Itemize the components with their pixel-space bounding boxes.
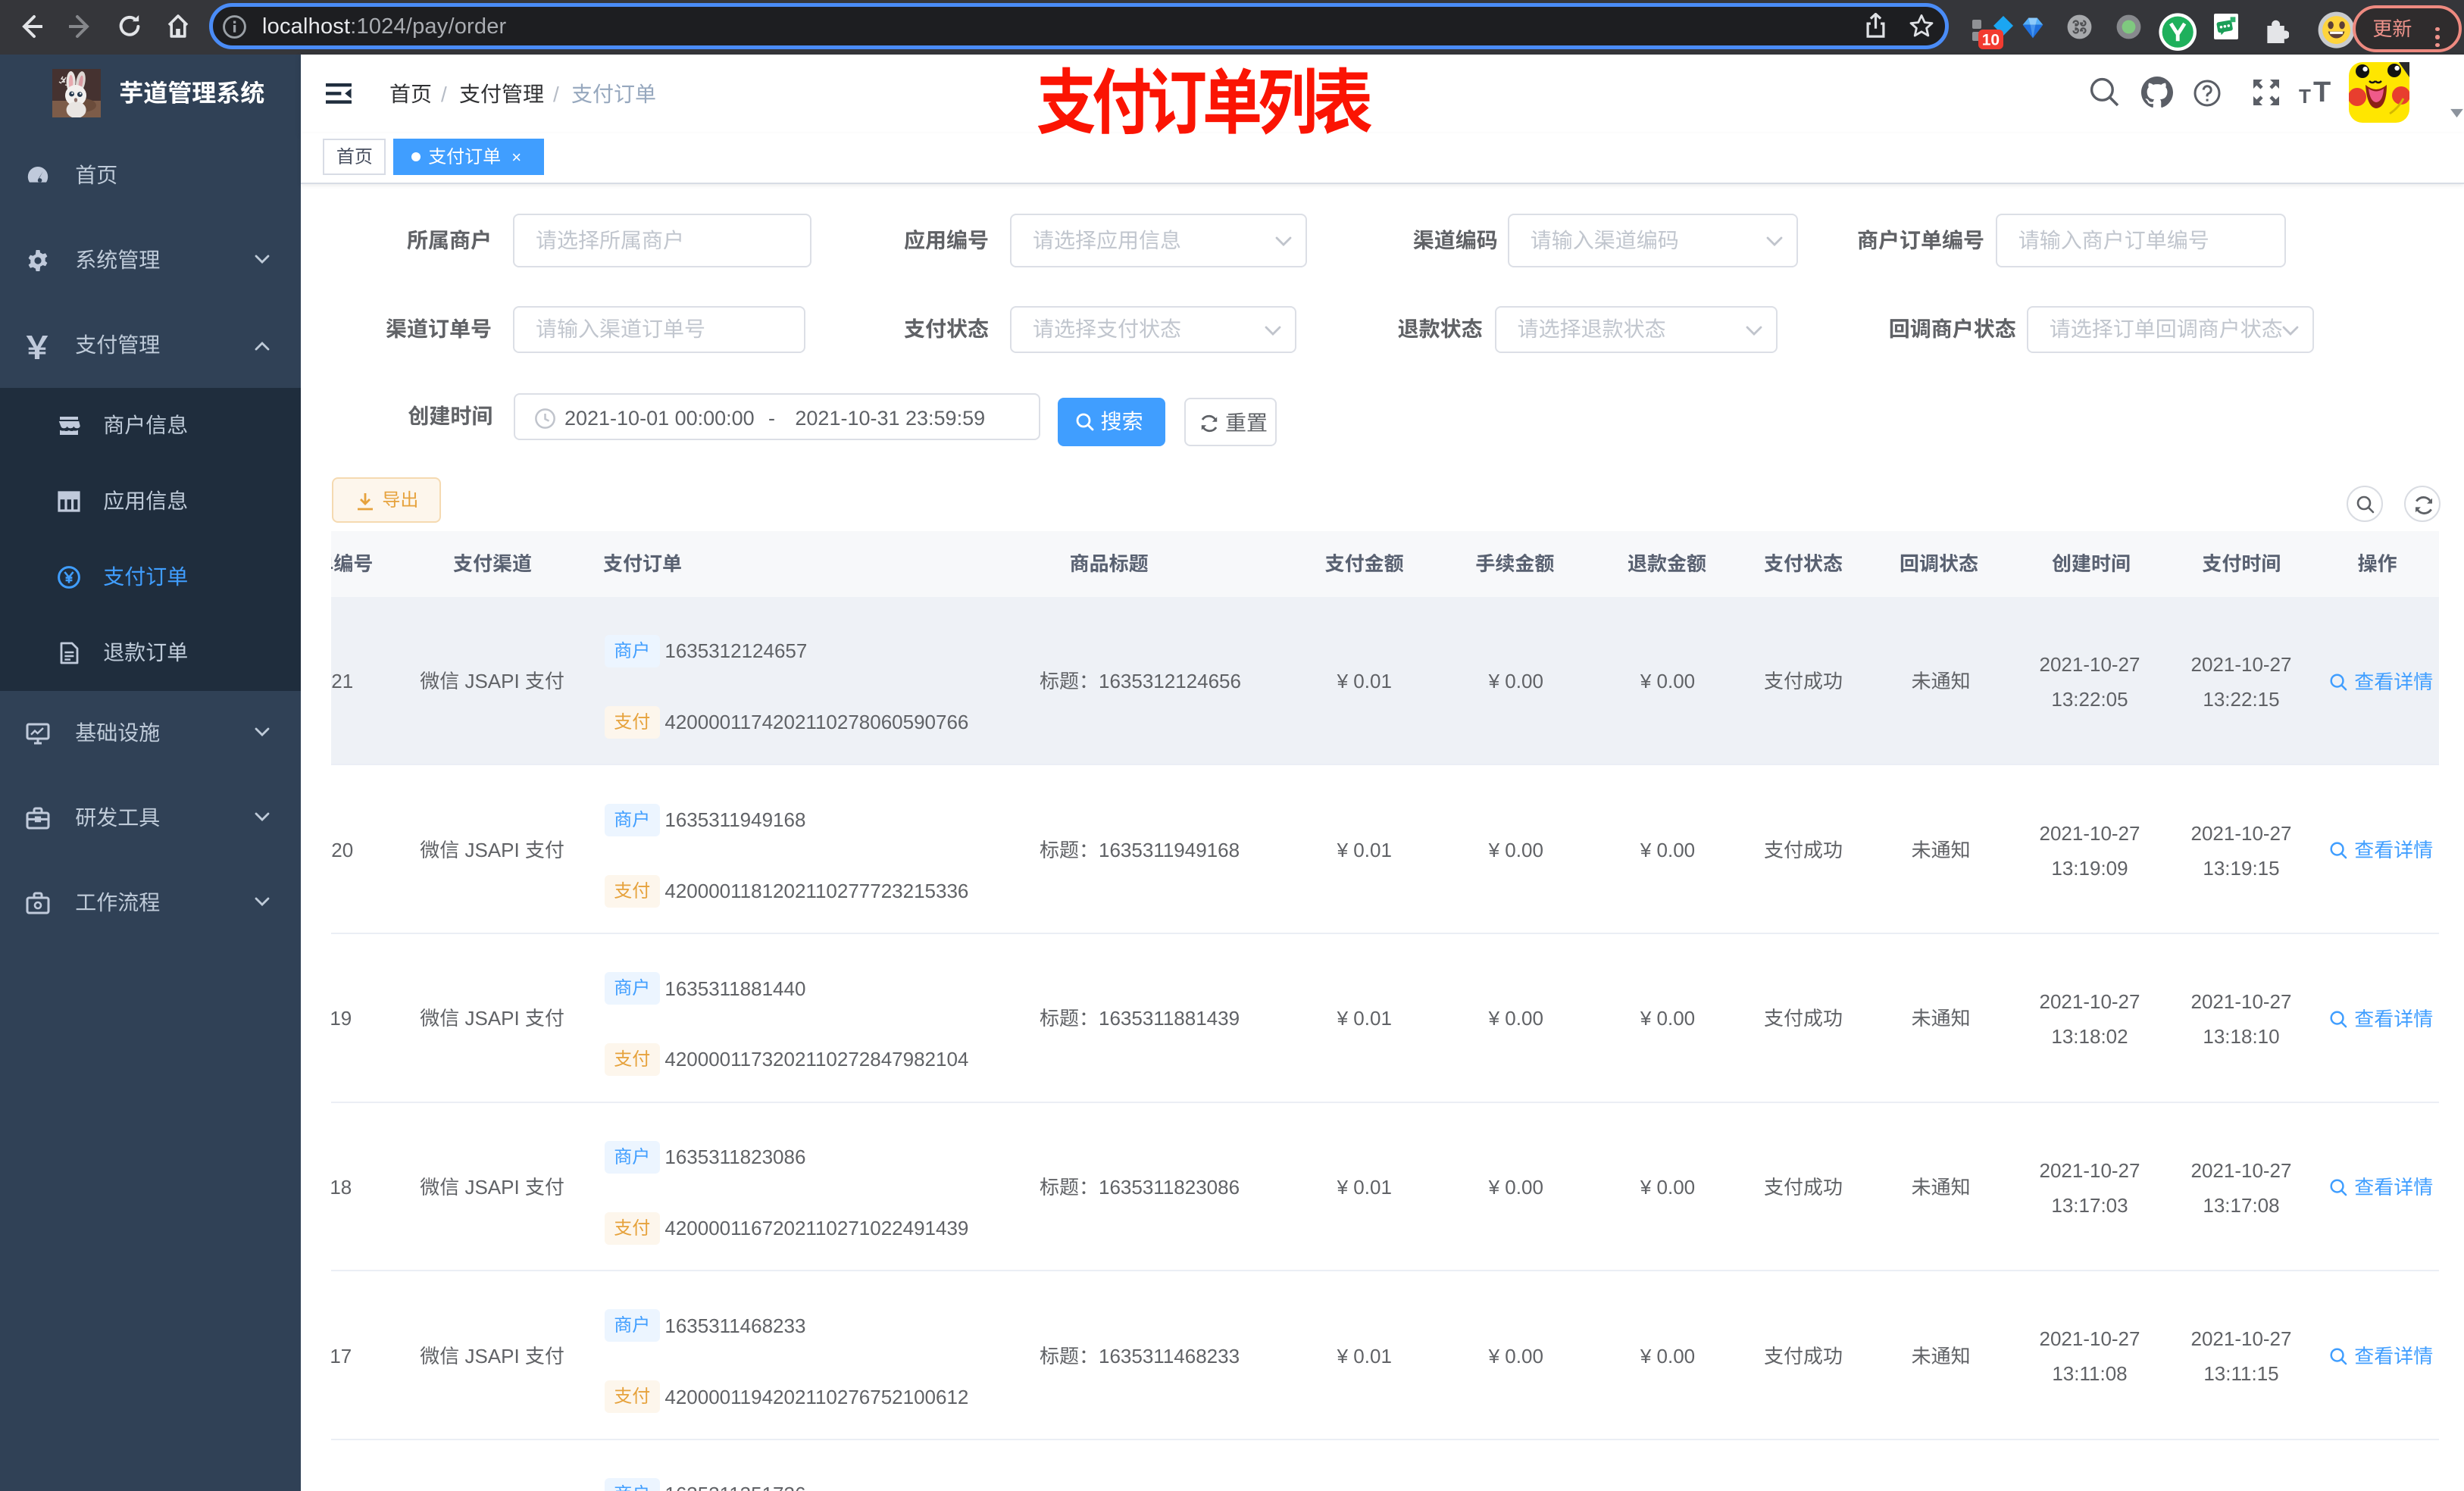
svg-text:10: 10 <box>1982 32 2000 49</box>
